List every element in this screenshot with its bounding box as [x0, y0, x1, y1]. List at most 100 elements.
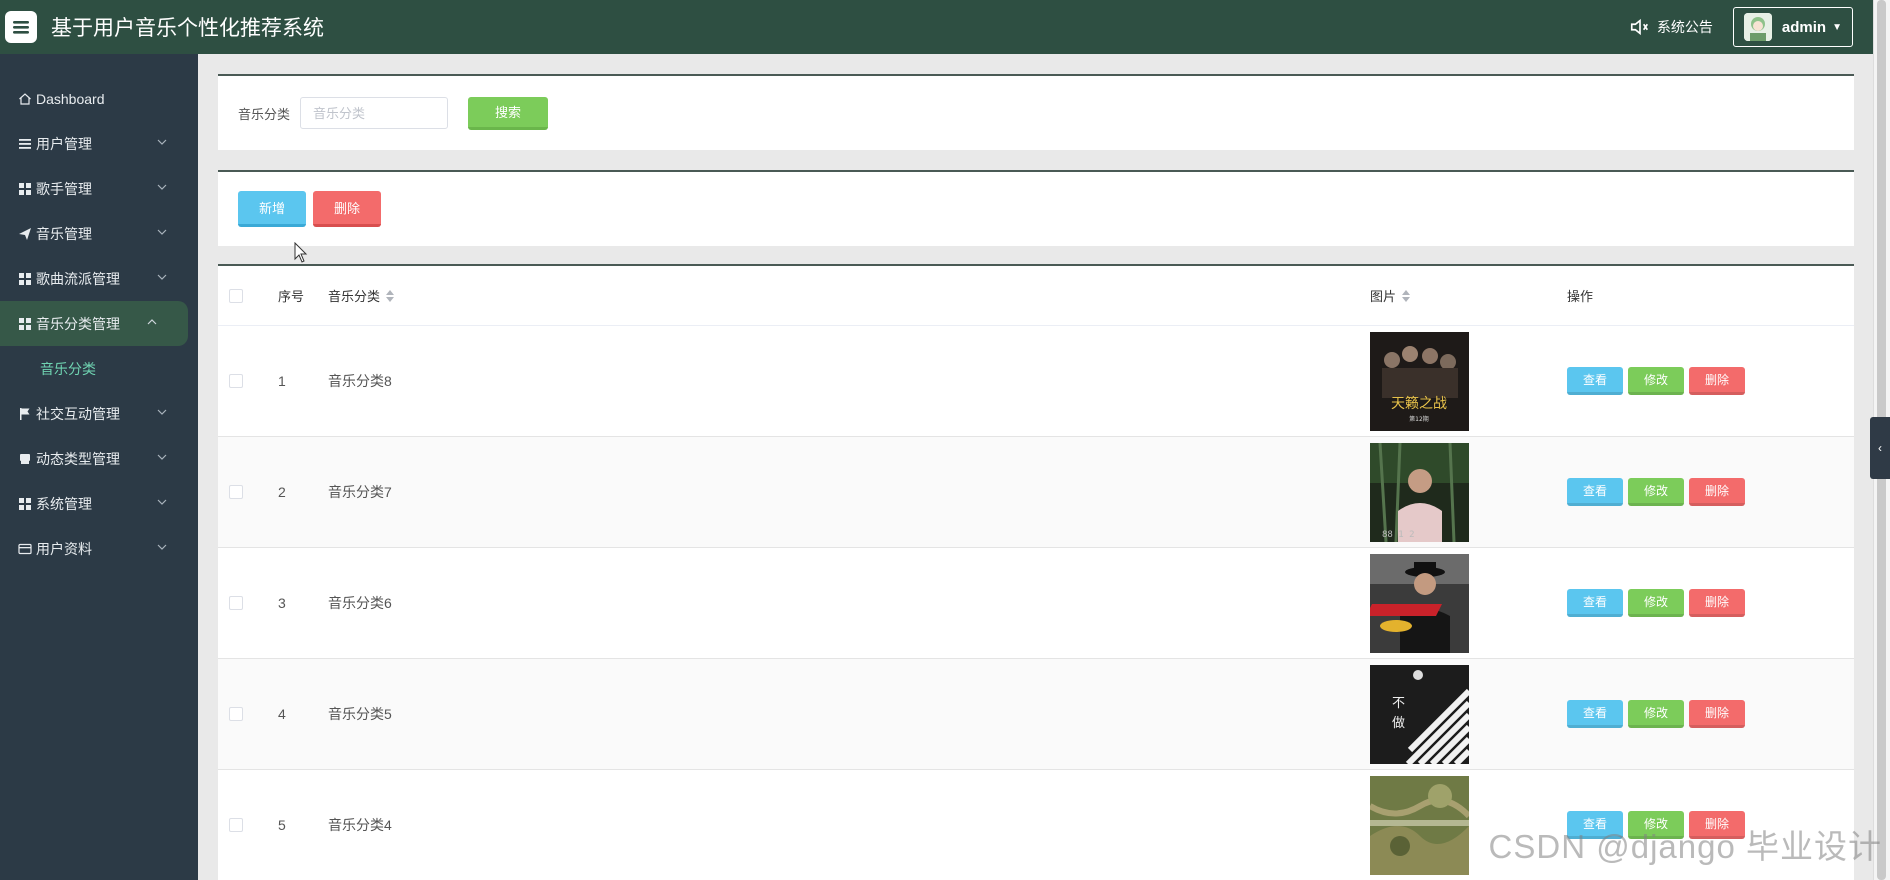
caret-down-icon: ▼: [1832, 21, 1842, 33]
delete-button[interactable]: 删除: [1689, 367, 1745, 395]
view-button[interactable]: 查看: [1567, 478, 1623, 506]
user-name: admin: [1781, 18, 1827, 36]
card-icon: [18, 542, 32, 556]
sidebar-item-genre-management[interactable]: 歌曲流派管理: [0, 256, 198, 301]
edit-button[interactable]: 修改: [1628, 367, 1684, 395]
add-button[interactable]: 新增: [238, 191, 306, 227]
sidebar-item-dashboard[interactable]: Dashboard: [0, 76, 198, 121]
grid-icon: [18, 182, 32, 196]
sidebar-item-social-management[interactable]: 社交互动管理: [0, 391, 198, 436]
view-button[interactable]: 查看: [1567, 589, 1623, 617]
sidebar-item-label: 系统管理: [36, 495, 92, 512]
svg-text:第12期: 第12期: [1409, 415, 1429, 423]
side-drawer-toggle[interactable]: ‹: [1870, 417, 1890, 479]
table-row: 3 音乐分类6 查看 修改 删除: [218, 548, 1854, 659]
category-search-input[interactable]: [300, 97, 449, 129]
edit-button[interactable]: 修改: [1628, 700, 1684, 728]
sidebar-item-singer-management[interactable]: 歌手管理: [0, 166, 198, 211]
album-cover-image[interactable]: [1370, 775, 1469, 875]
menu-toggle-button[interactable]: [5, 11, 37, 43]
grid-icon: [18, 272, 32, 286]
print-icon: [18, 452, 32, 466]
album-cover-image[interactable]: [1370, 553, 1469, 653]
album-cover-image[interactable]: 不做: [1370, 664, 1469, 764]
row-index: 4: [278, 706, 286, 722]
delete-button[interactable]: 删除: [1689, 478, 1745, 506]
chevron-down-icon: [157, 409, 167, 415]
mouse-cursor-icon: [294, 242, 308, 263]
chevron-down-icon: [157, 184, 167, 190]
row-checkbox[interactable]: [229, 374, 243, 388]
sidebar-item-music-management[interactable]: 音乐管理: [0, 211, 198, 256]
column-header-actions: 操作: [1567, 289, 1594, 304]
row-checkbox[interactable]: [229, 485, 243, 499]
row-category: 音乐分类5: [328, 706, 392, 722]
system-notice-link[interactable]: 系统公告: [1629, 16, 1713, 38]
sidebar-item-label: 音乐管理: [36, 225, 92, 242]
column-header-category[interactable]: 音乐分类: [328, 286, 380, 305]
sort-icon[interactable]: [386, 289, 395, 303]
grid-icon: [18, 317, 32, 331]
delete-button[interactable]: 删除: [1689, 700, 1745, 728]
sidebar-item-label: Dashboard: [36, 90, 105, 107]
search-button[interactable]: 搜索: [468, 96, 549, 130]
sidebar: Dashboard 用户管理 歌手管理 音乐管理 歌曲流派管理 音乐分类管理 音…: [0, 54, 198, 880]
row-index: 1: [278, 373, 286, 389]
watermark: CSDN @django 毕业设计: [1488, 828, 1882, 865]
sidebar-item-user-management[interactable]: 用户管理: [0, 121, 198, 166]
chevron-down-icon: [157, 139, 167, 145]
top-header: 基于用户音乐个性化推荐系统 系统公告 admin ▼: [0, 0, 1873, 54]
flag-icon: [18, 407, 32, 421]
row-category: 音乐分类4: [328, 817, 392, 833]
notice-label: 系统公告: [1656, 19, 1713, 35]
search-panel: 音乐分类 搜索: [218, 74, 1854, 150]
sidebar-item-category-management[interactable]: 音乐分类管理: [0, 301, 188, 346]
chevron-up-icon: [147, 319, 157, 325]
row-index: 2: [278, 484, 286, 500]
table-row: 1 音乐分类8 天籁之战第12期 查看 修改 删除: [218, 326, 1854, 437]
table-row: 2 音乐分类7 88 1 2 查看 修改 删除: [218, 437, 1854, 548]
row-category: 音乐分类7: [328, 484, 392, 500]
sidebar-item-label: 歌曲流派管理: [36, 270, 120, 287]
sidebar-subitem-music-category[interactable]: 音乐分类: [0, 346, 198, 391]
chevron-down-icon: [157, 229, 167, 235]
speaker-icon: [1630, 18, 1648, 36]
sidebar-item-label: 音乐分类: [40, 360, 96, 377]
sidebar-item-label: 用户资料: [36, 540, 92, 557]
chevron-down-icon: [157, 274, 167, 280]
sidebar-item-feed-type-management[interactable]: 动态类型管理: [0, 436, 198, 481]
view-button[interactable]: 查看: [1567, 700, 1623, 728]
chevron-down-icon: [157, 499, 167, 505]
batch-delete-button[interactable]: 删除: [313, 191, 381, 227]
edit-button[interactable]: 修改: [1628, 478, 1684, 506]
select-all-checkbox[interactable]: [229, 288, 243, 303]
svg-text:不: 不: [1392, 696, 1405, 711]
sidebar-item-user-profile[interactable]: 用户资料: [0, 526, 198, 571]
sidebar-item-label: 社交互动管理: [36, 405, 120, 422]
row-checkbox[interactable]: [229, 707, 243, 721]
album-cover-image[interactable]: 88 1 2: [1370, 442, 1469, 542]
sidebar-item-label: 音乐分类管理: [36, 315, 120, 332]
action-panel: 新增 删除: [218, 170, 1854, 246]
svg-text:天籁之战: 天籁之战: [1391, 396, 1447, 412]
chevron-left-icon: ‹: [1878, 441, 1882, 455]
row-category: 音乐分类8: [328, 373, 392, 389]
search-label: 音乐分类: [238, 106, 291, 122]
album-cover-image[interactable]: 天籁之战第12期: [1370, 331, 1469, 431]
table-header: 序号 音乐分类 图片 操作: [218, 266, 1854, 326]
sort-icon[interactable]: [1402, 289, 1411, 303]
user-menu-button[interactable]: admin ▼: [1732, 7, 1853, 47]
edit-button[interactable]: 修改: [1628, 589, 1684, 617]
row-index: 3: [278, 595, 286, 611]
grid-icon: [18, 497, 32, 511]
svg-text:做: 做: [1392, 716, 1405, 731]
sidebar-item-label: 动态类型管理: [36, 450, 120, 467]
sidebar-item-system-management[interactable]: 系统管理: [0, 481, 198, 526]
view-button[interactable]: 查看: [1567, 367, 1623, 395]
row-checkbox[interactable]: [229, 596, 243, 610]
row-checkbox[interactable]: [229, 818, 243, 832]
data-table: 序号 音乐分类 图片 操作 1 音乐分类8 天籁之战第12期 查看 修改 删除: [218, 264, 1854, 880]
delete-button[interactable]: 删除: [1689, 589, 1745, 617]
list-icon: [18, 137, 32, 151]
column-header-image[interactable]: 图片: [1370, 286, 1396, 305]
